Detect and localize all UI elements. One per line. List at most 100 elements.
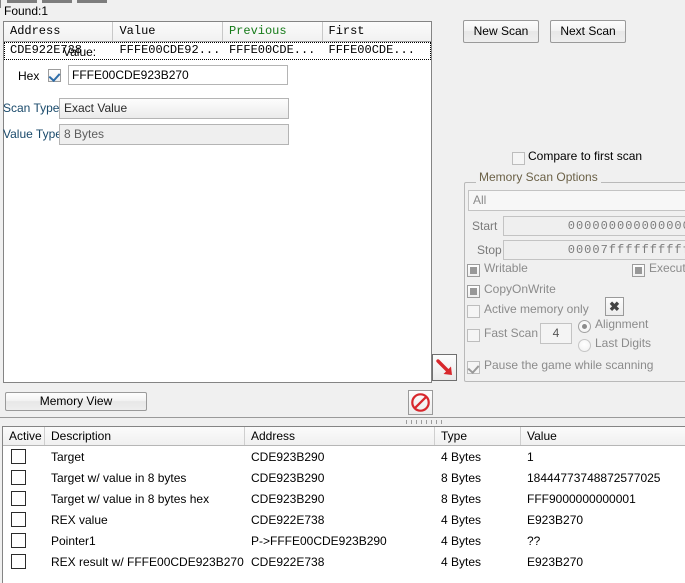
writable-checkbox[interactable]	[467, 264, 480, 277]
row-value: 1	[521, 447, 681, 467]
results-column-value[interactable]: Value	[113, 22, 222, 41]
last-digits-label: Last Digits	[595, 336, 651, 350]
table-row[interactable]: REX result w/ FFFE00CDE923B270CDE922E738…	[3, 551, 685, 572]
fast-scan-alignment-input[interactable]: 4	[540, 323, 572, 344]
memory-region-dropdown[interactable]: All	[468, 190, 685, 211]
start-address-input[interactable]: 0000000000000000	[503, 216, 685, 236]
window-left-edge	[0, 0, 1, 8]
row-active-cell	[3, 470, 45, 485]
row-description: REX result w/ FFFE00CDE923B270	[45, 552, 245, 572]
alignment-radio[interactable]	[578, 320, 591, 333]
row-type: 8 Bytes	[435, 489, 521, 509]
row-active-cell	[3, 491, 45, 506]
hex-checkbox[interactable]	[48, 69, 61, 82]
memory-view-button[interactable]: Memory View	[5, 392, 147, 411]
row-active-cell	[3, 512, 45, 527]
value-type-label: Value Type	[3, 127, 62, 141]
row-address: CDE922E738	[245, 552, 435, 572]
found-count-label: Found:1	[4, 4, 48, 18]
copyonwrite-label: CopyOnWrite	[484, 282, 556, 296]
results-column-previous[interactable]: Previous	[223, 22, 323, 41]
row-active-cell	[3, 449, 45, 464]
row-value: 18444773748872577025	[521, 468, 681, 488]
cheat-column-description[interactable]: Description	[45, 427, 245, 445]
cheat-column-active[interactable]: Active	[3, 427, 45, 445]
row-active-checkbox[interactable]	[11, 533, 26, 548]
scan-type-label: Scan Type	[3, 101, 59, 115]
row-active-checkbox[interactable]	[11, 491, 26, 506]
results-column-first[interactable]: First	[323, 22, 431, 41]
panel-splitter[interactable]	[0, 417, 685, 426]
row-active-checkbox[interactable]	[11, 449, 26, 464]
table-row[interactable]: Target w/ value in 8 bytes hexCDE923B290…	[3, 488, 685, 509]
row-active-checkbox[interactable]	[11, 470, 26, 485]
result-previous: FFFE00CDE...	[223, 42, 323, 60]
row-address: CDE923B290	[245, 447, 435, 467]
hex-label: Hex	[18, 69, 39, 83]
active-memory-only-checkbox[interactable]	[467, 305, 480, 318]
row-active-checkbox[interactable]	[11, 554, 26, 569]
alignment-label: Alignment	[595, 317, 648, 331]
compare-to-first-scan-checkbox[interactable]	[512, 152, 525, 165]
scan-results-header: Address Value Previous First	[4, 22, 431, 42]
executable-checkbox[interactable]	[632, 264, 645, 277]
table-row[interactable]: Target w/ value in 8 bytesCDE923B2908 By…	[3, 467, 685, 488]
row-address: CDE922E738	[245, 510, 435, 530]
cheat-engine-window: Found:1 Address Value Previous First CDE…	[0, 0, 685, 583]
cheat-column-address[interactable]: Address	[245, 427, 435, 445]
table-row[interactable]: TargetCDE923B2904 Bytes1	[3, 446, 685, 467]
row-value: E923B270	[521, 510, 681, 530]
row-value: ??	[521, 531, 681, 551]
results-column-address[interactable]: Address	[4, 22, 113, 41]
writable-label: Writable	[484, 261, 528, 275]
result-value: FFFE00CDE92...	[113, 42, 222, 60]
active-memory-only-label: Active memory only	[484, 302, 589, 316]
compare-to-first-scan-label: Compare to first scan	[528, 149, 642, 163]
table-row[interactable]: Pointer1P->FFFE00CDE923B2904 Bytes??	[3, 530, 685, 551]
row-description: Target	[45, 447, 245, 467]
row-description: Pointer1	[45, 531, 245, 551]
pause-game-checkbox[interactable]	[467, 361, 480, 374]
row-type: 4 Bytes	[435, 447, 521, 467]
pause-game-label: Pause the game while scanning	[484, 358, 653, 372]
fast-scan-checkbox[interactable]	[467, 329, 480, 342]
stop-address-input[interactable]: 00007fffffffffff	[503, 240, 685, 260]
row-value: FFF9000000000001	[521, 489, 681, 509]
cheat-table[interactable]: Active Description Address Type Value Ta…	[2, 426, 685, 583]
result-address: CDE922E738	[4, 42, 113, 60]
memory-scan-options-title: Memory Scan Options	[476, 170, 601, 184]
no-entry-icon	[410, 392, 431, 413]
row-type: 4 Bytes	[435, 531, 521, 551]
scan-type-dropdown[interactable]: Exact Value	[59, 98, 289, 119]
row-type: 4 Bytes	[435, 552, 521, 572]
row-description: REX value	[45, 510, 245, 530]
scan-value-input[interactable]: FFFE00CDE923B270	[68, 65, 288, 85]
start-label: Start	[472, 219, 497, 233]
table-row[interactable]: REX valueCDE922E7384 BytesE923B270	[3, 509, 685, 530]
cheat-column-type[interactable]: Type	[435, 427, 521, 445]
toolbar-button-stub-3[interactable]	[77, 0, 107, 3]
row-address: P->FFFE00CDE923B290	[245, 531, 435, 551]
last-digits-radio[interactable]	[578, 339, 591, 352]
toolbar-button-stub-2[interactable]	[42, 0, 72, 3]
row-active-checkbox[interactable]	[11, 512, 26, 527]
row-address: CDE923B290	[245, 489, 435, 509]
row-description: Target w/ value in 8 bytes hex	[45, 489, 245, 509]
row-type: 8 Bytes	[435, 468, 521, 488]
result-first: FFFE00CDE...	[323, 42, 431, 60]
new-scan-button[interactable]: New Scan	[463, 20, 539, 43]
cheat-table-header: Active Description Address Type Value	[3, 427, 685, 446]
row-address: CDE923B290	[245, 468, 435, 488]
cheat-column-value[interactable]: Value	[521, 427, 681, 445]
close-icon-button[interactable]: ✖	[605, 297, 624, 316]
splitter-grip	[406, 420, 442, 424]
no-entry-icon-button[interactable]	[408, 390, 433, 415]
value-type-dropdown[interactable]: 8 Bytes	[59, 124, 289, 145]
copyonwrite-checkbox[interactable]	[467, 285, 480, 298]
row-description: Target w/ value in 8 bytes	[45, 468, 245, 488]
row-active-cell	[3, 533, 45, 548]
toolbar-button-stub-1[interactable]	[7, 0, 37, 3]
fast-scan-label: Fast Scan	[484, 326, 538, 340]
value-label: Value:	[63, 45, 96, 59]
next-scan-button[interactable]: Next Scan	[550, 20, 626, 43]
